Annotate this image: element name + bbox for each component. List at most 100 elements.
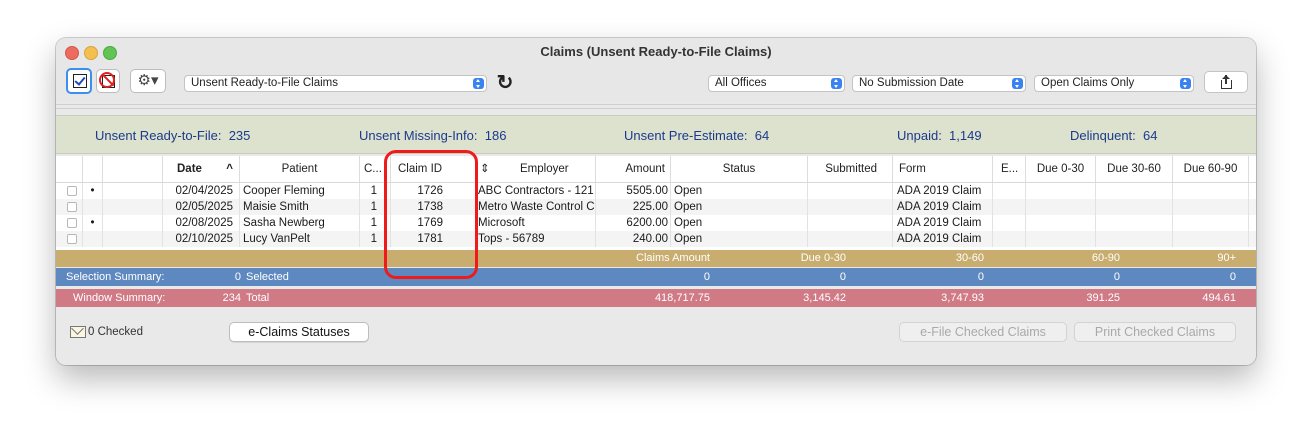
aging-90-plus-label: 90+ <box>1217 252 1236 264</box>
aging-header-bar: Claims Amount Due 0-30 30-60 60-90 90+ <box>56 250 1256 267</box>
selection-amount: 0 <box>703 271 710 283</box>
table-row[interactable]: • 02/08/2025 Sasha Newberg 1 1769 Micros… <box>56 215 1256 231</box>
window-summary-bar: Window Summary: 234 Total 418,717.75 3,1… <box>56 289 1256 307</box>
selection-due-0-30: 0 <box>839 271 846 283</box>
row-form: ADA 2019 Claim <box>893 183 993 199</box>
window-summary-label: Window Summary: <box>73 292 166 304</box>
unpaid-summary[interactable]: Unpaid: 1,149 <box>897 128 982 143</box>
refresh-icon: ↻ <box>496 72 514 94</box>
row-checkbox[interactable] <box>67 218 77 228</box>
row-flag <box>83 231 103 247</box>
selection-summary-label: Selection Summary: <box>66 271 165 283</box>
header-due-0-30[interactable]: Due 0-30 <box>1026 156 1096 183</box>
sort-toggle-icon: ⇕ <box>480 163 490 175</box>
aging-30-60-label: 30-60 <box>955 252 984 264</box>
header-due-30-60[interactable]: Due 30-60 <box>1096 156 1173 183</box>
uncheck-all-button[interactable] <box>96 69 120 93</box>
gear-menu-button[interactable]: ⚙▾ <box>130 69 166 93</box>
selection-selected-label: Selected <box>246 271 289 283</box>
eclaims-statuses-button[interactable]: e-Claims Statuses <box>229 322 369 342</box>
header-blank-col[interactable] <box>103 156 163 183</box>
selection-summary-bar: Selection Summary: 0 Selected 0 0 0 0 0 <box>56 268 1256 286</box>
selection-30-60: 0 <box>977 271 984 283</box>
view-select[interactable]: Unsent Ready-to-File Claims <box>184 75 487 92</box>
claims-amount-label: Claims Amount <box>636 252 710 264</box>
delinquent-summary[interactable]: Delinquent: 64 <box>1070 128 1157 143</box>
header-due-60-90[interactable]: Due 60-90 <box>1173 156 1249 183</box>
row-amount: 225.00 <box>596 199 671 215</box>
row-checkbox[interactable] <box>67 202 77 212</box>
row-date: 02/04/2025 <box>163 183 240 199</box>
aging-60-90-label: 60-90 <box>1091 252 1120 264</box>
claims-window: Claims (Unsent Ready-to-File Claims) ⚙▾ … <box>56 38 1256 365</box>
offices-select-value: All Offices <box>715 77 767 89</box>
select-arrows-icon <box>831 78 842 89</box>
header-date[interactable]: Date ^ <box>163 156 240 183</box>
gear-icon: ⚙▾ <box>137 72 159 89</box>
select-arrows-icon <box>473 78 484 89</box>
row-flag: • <box>83 183 103 199</box>
selection-60-90: 0 <box>1113 271 1120 283</box>
toolbar-divider <box>56 104 1256 105</box>
submission-date-select[interactable]: No Submission Date <box>852 75 1026 92</box>
row-employer: Metro Waste Control C <box>478 199 596 215</box>
row-patient: Cooper Fleming <box>240 183 360 199</box>
table-header: Date ^ Patient C... Claim ID ⇕ Employer Am… <box>56 156 1256 183</box>
print-checked-claims-button[interactable]: Print Checked Claims <box>1074 322 1236 342</box>
row-date: 02/10/2025 <box>163 231 240 247</box>
window-count: 234 <box>222 292 241 304</box>
offices-select[interactable]: All Offices <box>708 75 845 92</box>
sort-ascending-icon: ^ <box>226 163 233 175</box>
row-patient: Sasha Newberg <box>240 215 360 231</box>
header-submitted[interactable]: Submitted <box>808 156 893 183</box>
unsent-missing-summary[interactable]: Unsent Missing-Info: 186 <box>359 128 506 143</box>
row-amount: 6200.00 <box>596 215 671 231</box>
window-30-60: 3,747.93 <box>941 292 984 304</box>
check-all-button[interactable] <box>66 68 92 94</box>
header-employer[interactable]: ⇕ Employer <box>476 156 596 183</box>
claims-summary-bar: Unsent Ready-to-File: 235 Unsent Missing… <box>56 115 1256 154</box>
row-status: Open <box>671 215 808 231</box>
unsent-pre-estimate-summary[interactable]: Unsent Pre-Estimate: 64 <box>624 128 769 143</box>
header-patient[interactable]: Patient <box>240 156 360 183</box>
row-checkbox[interactable] <box>67 186 77 196</box>
efile-checked-claims-button[interactable]: e-File Checked Claims <box>899 322 1067 342</box>
table-row[interactable]: 02/05/2025 Maisie Smith 1 1738 Metro Was… <box>56 199 1256 215</box>
header-amount[interactable]: Amount <box>596 156 671 183</box>
claims-filter-value: Open Claims Only <box>1041 77 1135 89</box>
selection-count: 0 <box>234 271 241 283</box>
header-e[interactable]: E... <box>993 156 1026 183</box>
select-arrows-icon <box>1180 78 1191 89</box>
header-status[interactable]: Status <box>671 156 808 183</box>
header-checkbox-col[interactable] <box>56 156 83 183</box>
row-status: Open <box>671 231 808 247</box>
row-date: 02/05/2025 <box>163 199 240 215</box>
window-60-90: 391.25 <box>1086 292 1120 304</box>
unsent-ready-summary[interactable]: Unsent Ready-to-File: 235 <box>95 128 250 143</box>
row-checkbox[interactable] <box>67 234 77 244</box>
row-patient: Maisie Smith <box>240 199 360 215</box>
due-0-30-label: Due 0-30 <box>800 252 846 264</box>
toolbar-divider <box>56 108 1256 109</box>
window-due-0-30: 3,145.42 <box>803 292 846 304</box>
header-form[interactable]: Form <box>893 156 993 183</box>
row-date: 02/08/2025 <box>163 215 240 231</box>
prohibit-icon <box>99 72 115 88</box>
window-90-plus: 494.61 <box>1202 292 1236 304</box>
claims-filter-select[interactable]: Open Claims Only <box>1034 75 1194 92</box>
selection-90-plus: 0 <box>1229 271 1236 283</box>
table-row[interactable]: • 02/04/2025 Cooper Fleming 1 1726 ABC C… <box>56 183 1256 199</box>
row-form: ADA 2019 Claim <box>893 231 993 247</box>
envelope-icon <box>70 326 86 338</box>
table-row[interactable]: 02/10/2025 Lucy VanPelt 1 1781 Tops - 56… <box>56 231 1256 247</box>
row-employer: Microsoft <box>476 215 596 231</box>
refresh-button[interactable]: ↻ <box>494 72 516 94</box>
header-flag-col[interactable] <box>83 156 103 183</box>
window-title: Claims (Unsent Ready-to-File Claims) <box>540 44 772 59</box>
window-amount: 418,717.75 <box>654 292 710 304</box>
claims-table: Date ^ Patient C... Claim ID ⇕ Employer Am… <box>56 156 1256 250</box>
checkbox-checked-icon <box>73 74 87 88</box>
share-button[interactable] <box>1204 71 1248 93</box>
checked-count: 0 Checked <box>88 326 143 338</box>
row-amount: 5505.00 <box>596 183 671 199</box>
